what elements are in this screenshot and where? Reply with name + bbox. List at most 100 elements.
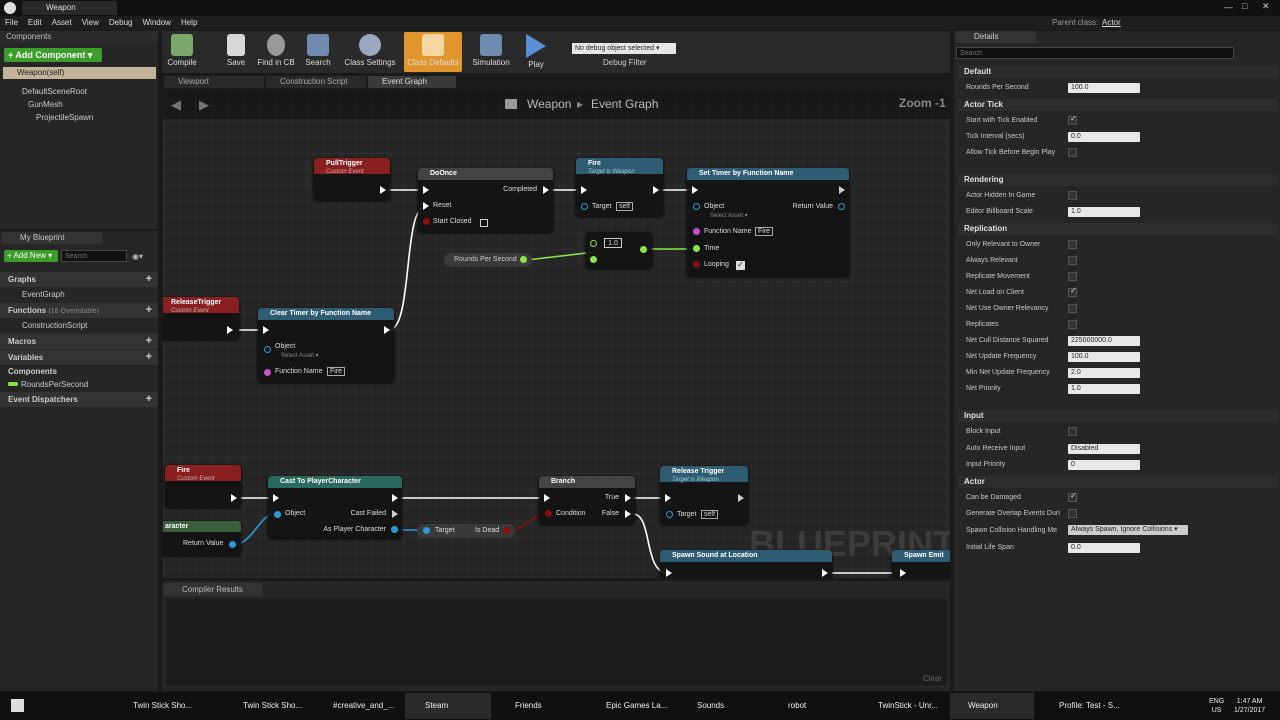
eye-icon[interactable]: ◉▾	[132, 252, 150, 261]
start-tick-checkbox[interactable]	[1068, 114, 1077, 125]
exec-out-pin[interactable]	[653, 186, 659, 194]
section-actor-tick[interactable]: Actor Tick	[958, 99, 1278, 111]
variable-rounds-per-second[interactable]: RoundsPerSecond	[8, 378, 88, 391]
add-variable-icon[interactable]: +	[146, 350, 152, 365]
is-dead-out-pin[interactable]	[503, 527, 510, 534]
node-divide[interactable]: 1.0	[586, 232, 652, 268]
taskbar-friends[interactable]: Friends	[497, 693, 542, 719]
section-replication[interactable]: Replication	[958, 223, 1278, 235]
exec-in-pin[interactable]	[544, 494, 550, 502]
cast-failed-exec-pin[interactable]	[392, 510, 398, 518]
is-dead-target-pin[interactable]	[423, 527, 430, 534]
replicate-movement-checkbox[interactable]	[1068, 272, 1077, 281]
taskbar-profile-test[interactable]: Profile: Test - S...	[1041, 693, 1120, 719]
menu-view[interactable]: View	[77, 16, 104, 30]
save-button[interactable]: Save	[216, 32, 256, 70]
play-button[interactable]: Play	[516, 32, 556, 70]
section-event-dispatchers[interactable]: Event Dispatchers +	[0, 392, 158, 407]
tab-event-graph[interactable]: Event Graph	[368, 76, 456, 88]
exec-in-pin[interactable]	[692, 186, 698, 194]
debug-object-select[interactable]: No debug object selected ▾	[572, 43, 676, 54]
function-construction-script[interactable]: ConstructionScript	[22, 319, 87, 332]
function-name-pin[interactable]	[264, 369, 271, 376]
my-blueprint-tab[interactable]: My Blueprint	[2, 232, 102, 244]
section-graphs[interactable]: Graphs +	[0, 272, 158, 287]
compiler-results-tab[interactable]: Compiler Results	[164, 583, 262, 596]
section-actor[interactable]: Actor	[958, 476, 1278, 488]
section-default[interactable]: Default	[958, 66, 1278, 78]
can-be-damaged-checkbox[interactable]	[1068, 491, 1077, 502]
time-pin[interactable]	[693, 245, 700, 252]
graph-canvas[interactable]: ◀ ▶ Weapon ▸ Event Graph Zoom -1 BLUEPRI…	[163, 89, 950, 578]
exec-in-pin[interactable]	[666, 569, 672, 577]
rounds-per-second-input[interactable]: 100.0	[1068, 83, 1140, 93]
component-projectile-spawn[interactable]: ProjectileSpawn	[36, 111, 93, 124]
taskbar-discord[interactable]: #creative_and_...	[315, 693, 394, 719]
section-rendering[interactable]: Rendering	[958, 174, 1278, 186]
node-pull-trigger[interactable]: PullTrigger Custom Event	[314, 158, 390, 200]
windows-start-icon[interactable]	[11, 699, 24, 712]
graph-event-graph[interactable]: EventGraph	[22, 288, 65, 301]
component-default-scene-root[interactable]: DefaultSceneRoot	[22, 85, 87, 98]
function-name-value[interactable]: Fire	[755, 227, 774, 236]
completed-exec-pin[interactable]	[543, 186, 549, 194]
details-search-input[interactable]	[956, 47, 1234, 59]
menu-window[interactable]: Window	[137, 16, 175, 30]
reset-exec-pin[interactable]	[423, 202, 429, 210]
tick-interval-input[interactable]: 0.0	[1068, 132, 1140, 142]
node-rounds-per-second[interactable]: Rounds Per Second	[444, 253, 532, 267]
divide-in-pin-a[interactable]	[590, 240, 597, 247]
object-pin[interactable]	[274, 511, 281, 518]
input-priority-input[interactable]: 0	[1068, 460, 1140, 470]
language-indicator[interactable]: ENG US	[1209, 697, 1224, 715]
start-closed-pin[interactable]	[423, 218, 430, 225]
target-pin[interactable]	[581, 203, 588, 210]
taskbar-twinstick-unreal[interactable]: TwinStick - Unr...	[860, 693, 938, 719]
clock[interactable]: 1:47 AM 1/27/2017	[1234, 697, 1265, 715]
add-new-button[interactable]: + Add New ▾	[4, 250, 58, 262]
function-name-value[interactable]: Fire	[327, 367, 346, 376]
divide-out-pin[interactable]	[640, 246, 647, 253]
exec-in-pin[interactable]	[900, 569, 906, 577]
allow-tick-checkbox[interactable]	[1068, 148, 1077, 157]
exec-in-pin[interactable]	[665, 494, 671, 502]
exec-in-pin[interactable]	[273, 494, 279, 502]
section-functions[interactable]: Functions (18 Overridable) +	[0, 303, 158, 318]
exec-out-pin[interactable]	[227, 326, 233, 334]
return-value-pin[interactable]	[229, 541, 236, 548]
true-exec-pin[interactable]	[625, 494, 631, 502]
actor-hidden-checkbox[interactable]	[1068, 191, 1077, 200]
return-value-pin[interactable]	[838, 203, 845, 210]
select-asset-dropdown[interactable]: Select Asset ▾	[710, 212, 748, 219]
start-closed-checkbox[interactable]	[480, 219, 488, 227]
node-cast-player-character[interactable]: Cast To PlayerCharacter Object Cast Fail…	[268, 476, 402, 538]
exec-out-pin[interactable]	[392, 494, 398, 502]
node-release-trigger-call[interactable]: Release Trigger Target is Weapon Target s…	[660, 466, 748, 524]
taskbar-weapon[interactable]: Weapon	[950, 693, 1034, 719]
add-component-button[interactable]: + Add Component ▾	[4, 48, 102, 62]
node-fire-event[interactable]: Fire Custom Event	[165, 465, 241, 507]
node-fire-call[interactable]: Fire Target is Weapon Target self	[576, 158, 663, 216]
menu-edit[interactable]: Edit	[23, 16, 47, 30]
node-is-dead[interactable]: Target Is Dead	[417, 524, 515, 538]
net-load-checkbox[interactable]	[1068, 286, 1077, 297]
looping-checkbox[interactable]: ✓	[736, 261, 745, 270]
divide-in-pin-b[interactable]	[590, 256, 597, 263]
exec-out-pin[interactable]	[822, 569, 828, 577]
node-branch[interactable]: Branch True Condition False	[539, 476, 635, 524]
initial-life-span-input[interactable]: 0.0	[1068, 543, 1140, 553]
clear-button[interactable]: Clear	[923, 674, 942, 683]
menu-file[interactable]: File	[0, 16, 23, 30]
taskbar-sounds[interactable]: Sounds	[679, 693, 724, 719]
taskbar-epic-launcher[interactable]: Epic Games La...	[588, 693, 667, 719]
details-tab[interactable]: Details	[956, 31, 1036, 43]
exec-out-pin[interactable]	[738, 494, 744, 502]
looping-pin[interactable]	[693, 261, 700, 268]
menu-asset[interactable]: Asset	[47, 16, 77, 30]
net-use-owner-checkbox[interactable]	[1068, 304, 1077, 313]
window-tab[interactable]: Weapon	[22, 1, 117, 15]
class-defaults-button[interactable]: Class Defaults	[404, 32, 462, 72]
parent-class-value[interactable]: Actor	[1102, 18, 1121, 27]
rounds-out-pin[interactable]	[520, 256, 527, 263]
add-function-icon[interactable]: +	[146, 303, 152, 318]
